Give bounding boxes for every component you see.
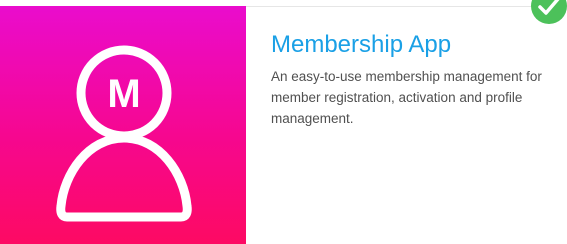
card-border	[246, 6, 567, 7]
check-icon	[531, 0, 567, 24]
avatar-body	[56, 133, 192, 222]
member-avatar-icon: M	[56, 45, 192, 222]
app-card[interactable]: M Membership App An easy-to-use membersh…	[0, 0, 567, 244]
app-description: An easy-to-use membership management for…	[271, 69, 542, 126]
app-thumbnail[interactable]: M	[0, 6, 246, 244]
app-title[interactable]: Membership App	[271, 30, 451, 60]
logo-letter: M	[107, 72, 140, 116]
